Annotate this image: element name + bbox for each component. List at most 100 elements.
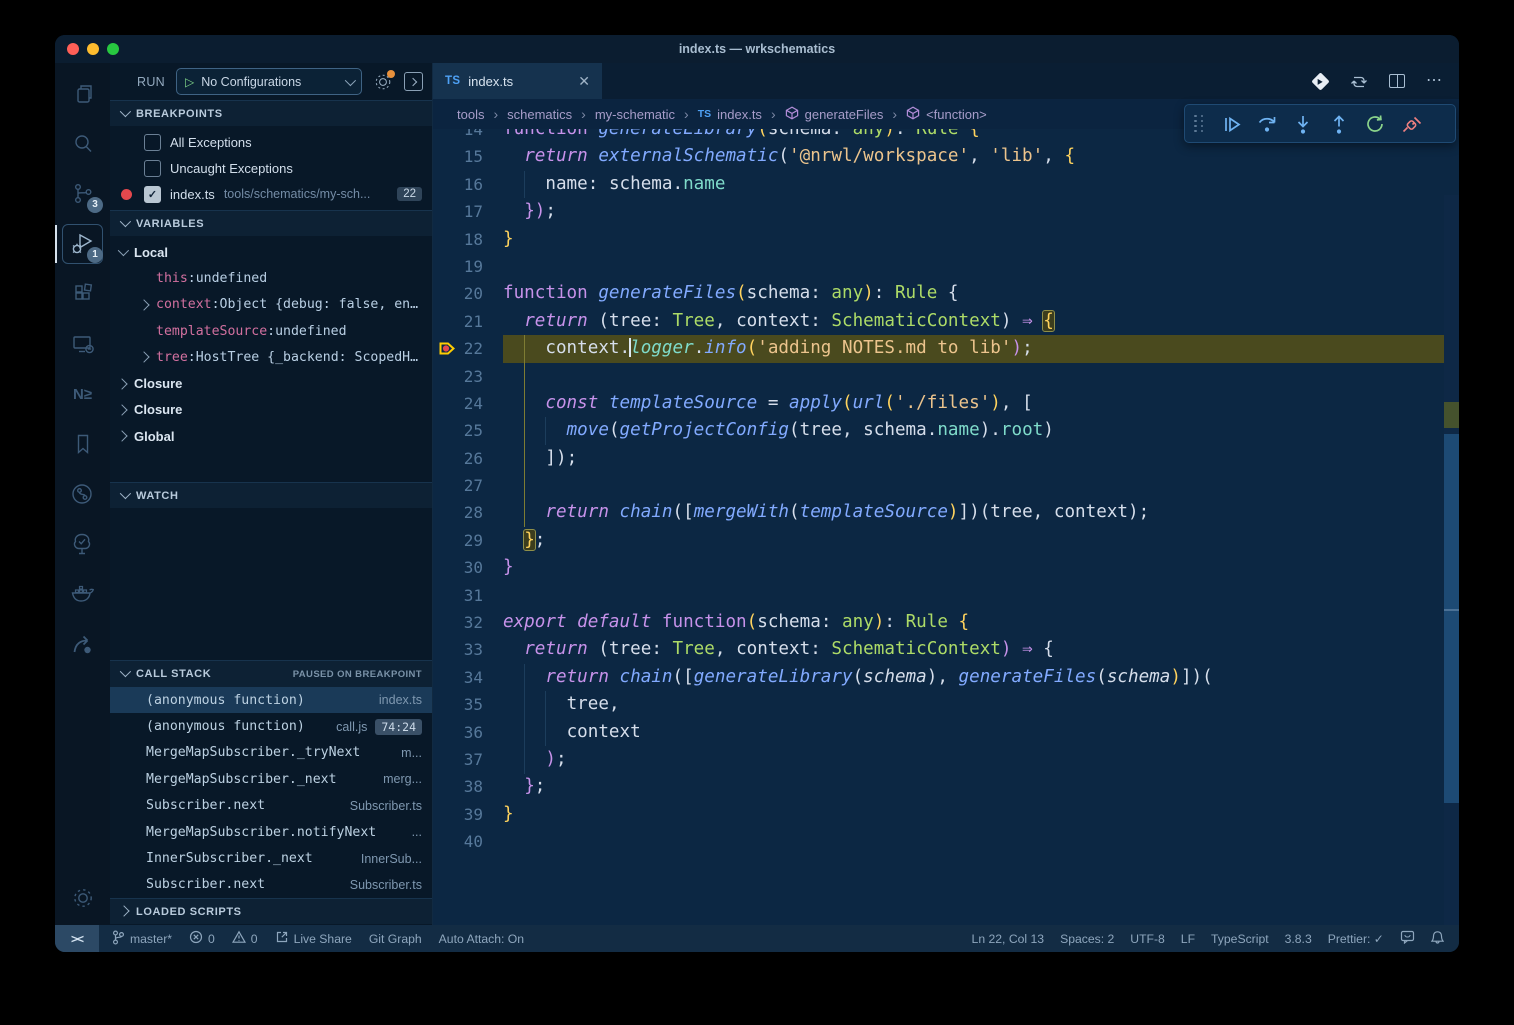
status-item-ln-22-col-13[interactable]: Ln 22, Col 13	[972, 932, 1045, 946]
gutter[interactable]: 39	[433, 801, 503, 828]
settings-gear-icon[interactable]	[55, 871, 110, 925]
gutter[interactable]: 16	[433, 171, 503, 198]
code-line-16[interactable]: 16 name: schema.name	[433, 171, 1444, 198]
variable-row[interactable]: Local	[110, 239, 432, 265]
call-stack-frame[interactable]: MergeMapSubscriber._tryNextm...	[110, 740, 432, 766]
breadcrumb-item[interactable]: <function>	[906, 106, 987, 123]
gutter[interactable]: 31	[433, 582, 503, 609]
code-line-40[interactable]: 40	[433, 828, 1444, 855]
gutter[interactable]: 38	[433, 773, 503, 800]
breadcrumb-item[interactable]: tools	[457, 107, 484, 122]
launch-config-dropdown[interactable]: ▷ No Configurations	[176, 68, 362, 95]
debug-console-icon[interactable]	[404, 72, 423, 91]
gutter[interactable]: 25	[433, 417, 503, 444]
chevron-right-icon[interactable]	[138, 299, 149, 310]
status-item-feedback[interactable]	[1400, 930, 1415, 947]
chevron-right-icon[interactable]	[138, 352, 149, 363]
scrollbar-slider[interactable]	[1444, 434, 1459, 803]
remote-explorer-icon[interactable]	[55, 319, 110, 369]
breadcrumb-item[interactable]: generateFiles	[785, 106, 884, 123]
start-debugging-icon[interactable]: ▷	[185, 75, 194, 89]
test-explorer-icon[interactable]	[55, 519, 110, 569]
gutter[interactable]: 19	[433, 253, 503, 280]
code-line-34[interactable]: 34 return chain([generateLibrary(schema)…	[433, 664, 1444, 691]
status-item-prettier[interactable]: Prettier: ✓	[1328, 932, 1384, 946]
call-stack-frame[interactable]: Subscriber.nextSubscriber.ts	[110, 872, 432, 898]
gutter[interactable]: 33	[433, 636, 503, 663]
chevron-right-icon[interactable]	[116, 431, 127, 442]
more-actions-icon[interactable]: ⋯	[1426, 76, 1443, 86]
variable-row[interactable]: Closure	[110, 397, 432, 423]
code-line-31[interactable]: 31	[433, 582, 1444, 609]
call-stack-frame[interactable]: InnerSubscriber._nextInnerSub...	[110, 845, 432, 871]
breakpoint-row[interactable]: ✓index.tstools/schematics/my-sch...22	[110, 181, 432, 207]
breakpoint-row[interactable]: All Exceptions	[110, 129, 432, 155]
explorer-icon[interactable]	[55, 69, 110, 119]
breakpoint-checkbox[interactable]	[144, 134, 161, 151]
nx-run-icon[interactable]	[1311, 72, 1329, 90]
breadcrumb-item[interactable]: my-schematic	[595, 107, 675, 122]
continue-button[interactable]	[1215, 109, 1247, 139]
drag-handle-icon[interactable]	[1194, 115, 1205, 133]
variable-row[interactable]: tree: HostTree {_backend: ScopedH…	[110, 344, 432, 370]
code-line-21[interactable]: 21 return (tree: Tree, context: Schemati…	[433, 308, 1444, 335]
code-line-32[interactable]: 32export default function(schema: any): …	[433, 609, 1444, 636]
call-stack-frame[interactable]: (anonymous function)call.js74:24	[110, 713, 432, 739]
call-stack-frame[interactable]: MergeMapSubscriber._nextmerg...	[110, 766, 432, 792]
bookmarks-icon[interactable]	[55, 419, 110, 469]
gutter[interactable]: 37	[433, 746, 503, 773]
chevron-right-icon[interactable]	[116, 378, 127, 389]
variable-row[interactable]: this: undefined	[110, 265, 432, 291]
status-item-0[interactable]: 0	[189, 930, 215, 947]
editor-scrollbar[interactable]	[1444, 195, 1459, 925]
breakpoints-section-header[interactable]: BREAKPOINTS	[110, 100, 432, 126]
code-line-20[interactable]: 20function generateFiles(schema: any): R…	[433, 280, 1444, 307]
gutter[interactable]: 30	[433, 554, 503, 581]
status-item-bell[interactable]	[1431, 930, 1444, 948]
gutter[interactable]: 27	[433, 472, 503, 499]
gutter[interactable]: 40	[433, 828, 503, 855]
variable-row[interactable]: Closure	[110, 370, 432, 396]
split-editor-icon[interactable]	[1389, 74, 1405, 88]
source-control-icon[interactable]: 3	[55, 169, 110, 219]
gitlens-icon[interactable]	[55, 469, 110, 519]
code-line-27[interactable]: 27	[433, 472, 1444, 499]
status-item-0[interactable]: 0	[232, 930, 258, 947]
status-item-live-share[interactable]: Live Share	[275, 930, 352, 947]
breadcrumb-item[interactable]: schematics	[507, 107, 572, 122]
gutter[interactable]: 22	[433, 335, 503, 362]
watch-section-header[interactable]: WATCH	[110, 482, 432, 508]
code-line-28[interactable]: 28 return chain([mergeWith(templateSourc…	[433, 499, 1444, 526]
code-line-17[interactable]: 17 });	[433, 198, 1444, 225]
gutter[interactable]: 32	[433, 609, 503, 636]
gutter[interactable]: 29	[433, 527, 503, 554]
code-line-25[interactable]: 25 move(getProjectConfig(tree, schema.na…	[433, 417, 1444, 444]
code-line-33[interactable]: 33 return (tree: Tree, context: Schemati…	[433, 636, 1444, 663]
variable-row[interactable]: context: Object {debug: false, en…	[110, 292, 432, 318]
status-item-master[interactable]: master*	[112, 930, 172, 948]
status-item-utf-8[interactable]: UTF-8	[1130, 932, 1165, 946]
gutter[interactable]: 15	[433, 143, 503, 170]
breakpoint-checkbox[interactable]: ✓	[144, 186, 161, 203]
disconnect-button[interactable]	[1395, 109, 1427, 139]
code-line-15[interactable]: 15 return externalSchematic('@nrwl/works…	[433, 143, 1444, 170]
tab-index-ts[interactable]: TS index.ts ✕	[433, 63, 603, 99]
code-line-19[interactable]: 19	[433, 253, 1444, 280]
extensions-icon[interactable]	[55, 269, 110, 319]
variable-row[interactable]: Global	[110, 423, 432, 449]
variables-section-header[interactable]: VARIABLES	[110, 210, 432, 236]
gutter[interactable]: 26	[433, 445, 503, 472]
status-item-3-8-3[interactable]: 3.8.3	[1285, 932, 1312, 946]
breakpoint-row[interactable]: Uncaught Exceptions	[110, 155, 432, 181]
run-debug-icon[interactable]: 1	[55, 219, 110, 269]
configure-gear-icon[interactable]	[373, 72, 393, 92]
code-line-37[interactable]: 37 );	[433, 746, 1444, 773]
code-line-23[interactable]: 23	[433, 363, 1444, 390]
status-item-typescript[interactable]: TypeScript	[1211, 932, 1269, 946]
gutter[interactable]: 34	[433, 664, 503, 691]
gutter[interactable]: 28	[433, 499, 503, 526]
code-line-35[interactable]: 35 tree,	[433, 691, 1444, 718]
loaded-scripts-section-header[interactable]: LOADED SCRIPTS	[110, 898, 432, 924]
gutter[interactable]: 14	[433, 129, 503, 143]
code-line-29[interactable]: 29 };	[433, 527, 1444, 554]
